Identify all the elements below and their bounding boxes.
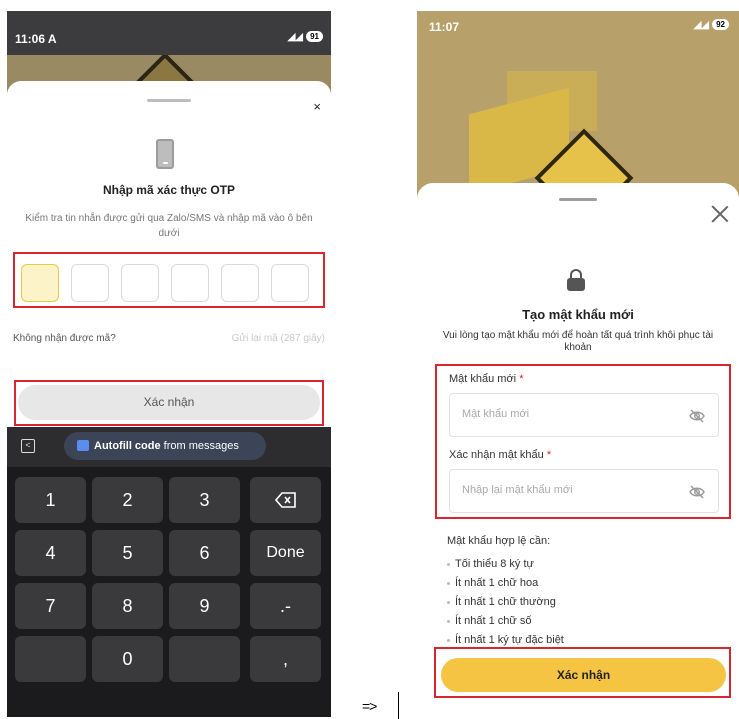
battery-badge: 91 [306, 31, 323, 42]
status-icons: ◢◢ 91 [287, 30, 323, 43]
drag-handle[interactable] [147, 99, 191, 102]
backspace-key[interactable] [250, 477, 321, 523]
battery-badge: 92 [712, 19, 729, 30]
phone-icon [156, 139, 174, 169]
status-icons: ◢◢ 92 [693, 18, 729, 31]
done-key[interactable]: Done [250, 530, 321, 576]
signal-icon: ◢◢ [287, 31, 303, 43]
close-icon[interactable]: × [313, 99, 321, 114]
status-time: 11:07 [429, 20, 460, 34]
backspace-icon [274, 492, 296, 508]
key-2[interactable]: 2 [92, 477, 163, 523]
autofill-label-strong: Autofill code [94, 440, 161, 452]
key-5[interactable]: 5 [92, 530, 163, 576]
right-phone-screen: 11:07 ◢◢ 92 Tạo mật khẩu mới Vui lòng tạ… [417, 11, 739, 719]
message-icon [77, 440, 89, 451]
requirements-title: Mật khẩu hợp lệ cần: [447, 535, 551, 547]
highlight-box [435, 364, 731, 519]
drag-handle[interactable] [559, 198, 597, 201]
highlight-box [13, 252, 325, 308]
no-code-text: Không nhận được mã? [13, 333, 116, 344]
key-6[interactable]: 6 [169, 530, 240, 576]
divider [398, 692, 399, 719]
keyboard-collapse-icon[interactable]: < [21, 439, 35, 453]
page-title: Tạo mật khẩu mới [522, 307, 634, 322]
autofill-bar: < Autofill code from messages [7, 427, 331, 467]
key-comma[interactable]: , [250, 636, 321, 682]
new-password-sheet: Tạo mật khẩu mới Vui lòng tạo mật khẩu m… [417, 183, 739, 719]
page-description: Vui lòng tạo mật khẩu mới để hoàn tất qu… [442, 330, 714, 353]
key-3[interactable]: 3 [169, 477, 240, 523]
requirement-item: Ít nhất 1 chữ thường [447, 593, 564, 612]
requirement-item: Ít nhất 1 chữ số [447, 612, 564, 631]
transition-arrow: => [362, 698, 377, 714]
key-symbols[interactable]: .- [250, 583, 321, 629]
key-7[interactable]: 7 [15, 583, 86, 629]
left-phone-screen: 11:06 A ◢◢ 91 × Nhập mã xác thực OTP Kiể… [7, 11, 331, 717]
key-0[interactable]: 0 [92, 636, 163, 682]
comparison-stage: 11:06 A ◢◢ 91 × Nhập mã xác thực OTP Kiể… [0, 0, 739, 719]
status-time: 11:06 A [15, 32, 57, 46]
numeric-keypad: 1 2 3 4 5 6 Done 7 8 9 .- 0 , [7, 467, 331, 717]
requirement-item: Ít nhất 1 chữ hoa [447, 574, 564, 593]
lock-icon [567, 269, 585, 291]
autofill-suggestion[interactable]: Autofill code from messages [64, 432, 266, 460]
otp-sheet: × Nhập mã xác thực OTP Kiểm tra tin nhắn… [7, 81, 331, 427]
requirements-list: Tối thiểu 8 ký tự Ít nhất 1 chữ hoa Ít n… [447, 555, 564, 650]
otp-description: Kiểm tra tin nhắn được gửi qua Zalo/SMS … [25, 213, 313, 239]
signal-icon: ◢◢ [693, 19, 709, 31]
status-bar: 11:07 ◢◢ 92 [417, 11, 739, 47]
otp-title: Nhập mã xác thực OTP [102, 183, 236, 197]
status-bar: 11:06 A ◢◢ 91 [7, 11, 331, 55]
key-1[interactable]: 1 [15, 477, 86, 523]
highlight-box [14, 380, 324, 426]
close-icon[interactable] [709, 203, 731, 225]
highlight-box [434, 647, 731, 698]
resend-link[interactable]: Gửi lại mã (287 giây) [232, 333, 325, 344]
key-blank [169, 636, 240, 682]
key-blank [15, 636, 86, 682]
key-9[interactable]: 9 [169, 583, 240, 629]
autofill-label: from messages [160, 440, 239, 452]
requirement-item: Tối thiểu 8 ký tự [447, 555, 564, 574]
key-8[interactable]: 8 [92, 583, 163, 629]
key-4[interactable]: 4 [15, 530, 86, 576]
